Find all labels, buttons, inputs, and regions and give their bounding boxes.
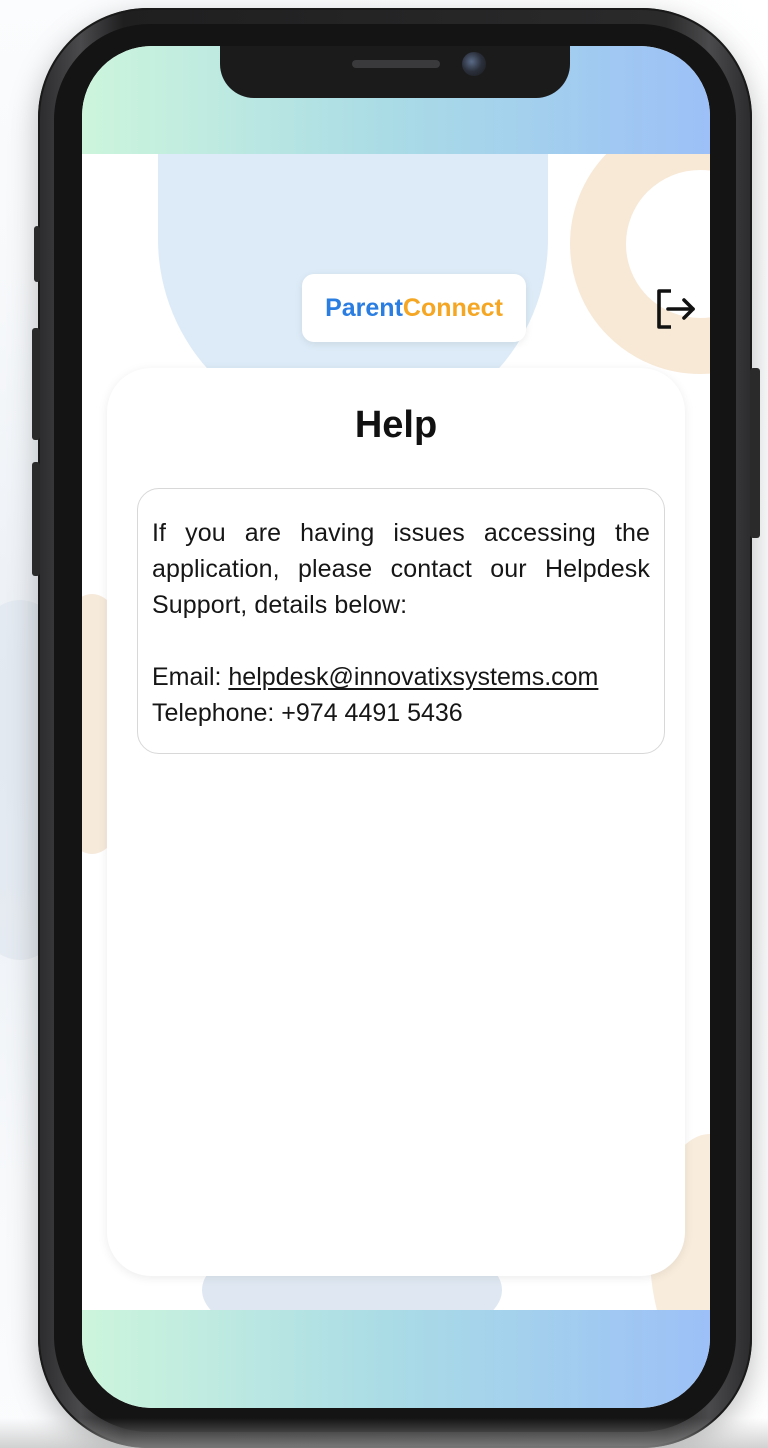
telephone-value: +974 4491 5436 xyxy=(281,699,463,727)
help-message: If you are having issues accessing the a… xyxy=(152,519,650,619)
logo-text-parent: Parent xyxy=(325,293,403,322)
help-card: Help If you are having issues accessing … xyxy=(107,368,685,1276)
help-info-box: If you are having issues accessing the a… xyxy=(137,488,665,754)
surface-shadow xyxy=(0,1418,768,1448)
background-ring xyxy=(570,154,710,374)
logout-icon xyxy=(657,289,695,329)
phone-notch xyxy=(220,46,570,98)
earpiece-speaker xyxy=(352,60,440,68)
page-title: Help xyxy=(354,404,438,446)
silent-switch xyxy=(34,226,40,282)
device-mockup-stage: Parent Connect Help If you are having iss… xyxy=(0,0,768,1448)
telephone-label: Telephone: xyxy=(152,699,282,727)
email-row: Email: helpdesk@innovatixsystems.com xyxy=(152,659,650,695)
email-label: Email: xyxy=(152,663,229,691)
logout-button[interactable] xyxy=(652,286,700,332)
bottom-gradient-bar xyxy=(82,1310,710,1408)
email-link[interactable]: helpdesk@innovatixsystems.com xyxy=(228,663,598,691)
telephone-row: Telephone: +974 4491 5436 xyxy=(152,695,650,731)
volume-up-button xyxy=(32,328,40,440)
app-logo: Parent Connect xyxy=(302,274,526,342)
power-button xyxy=(750,368,760,538)
front-camera xyxy=(462,52,486,76)
logo-text-connect: Connect xyxy=(402,293,503,322)
volume-down-button xyxy=(32,462,40,576)
